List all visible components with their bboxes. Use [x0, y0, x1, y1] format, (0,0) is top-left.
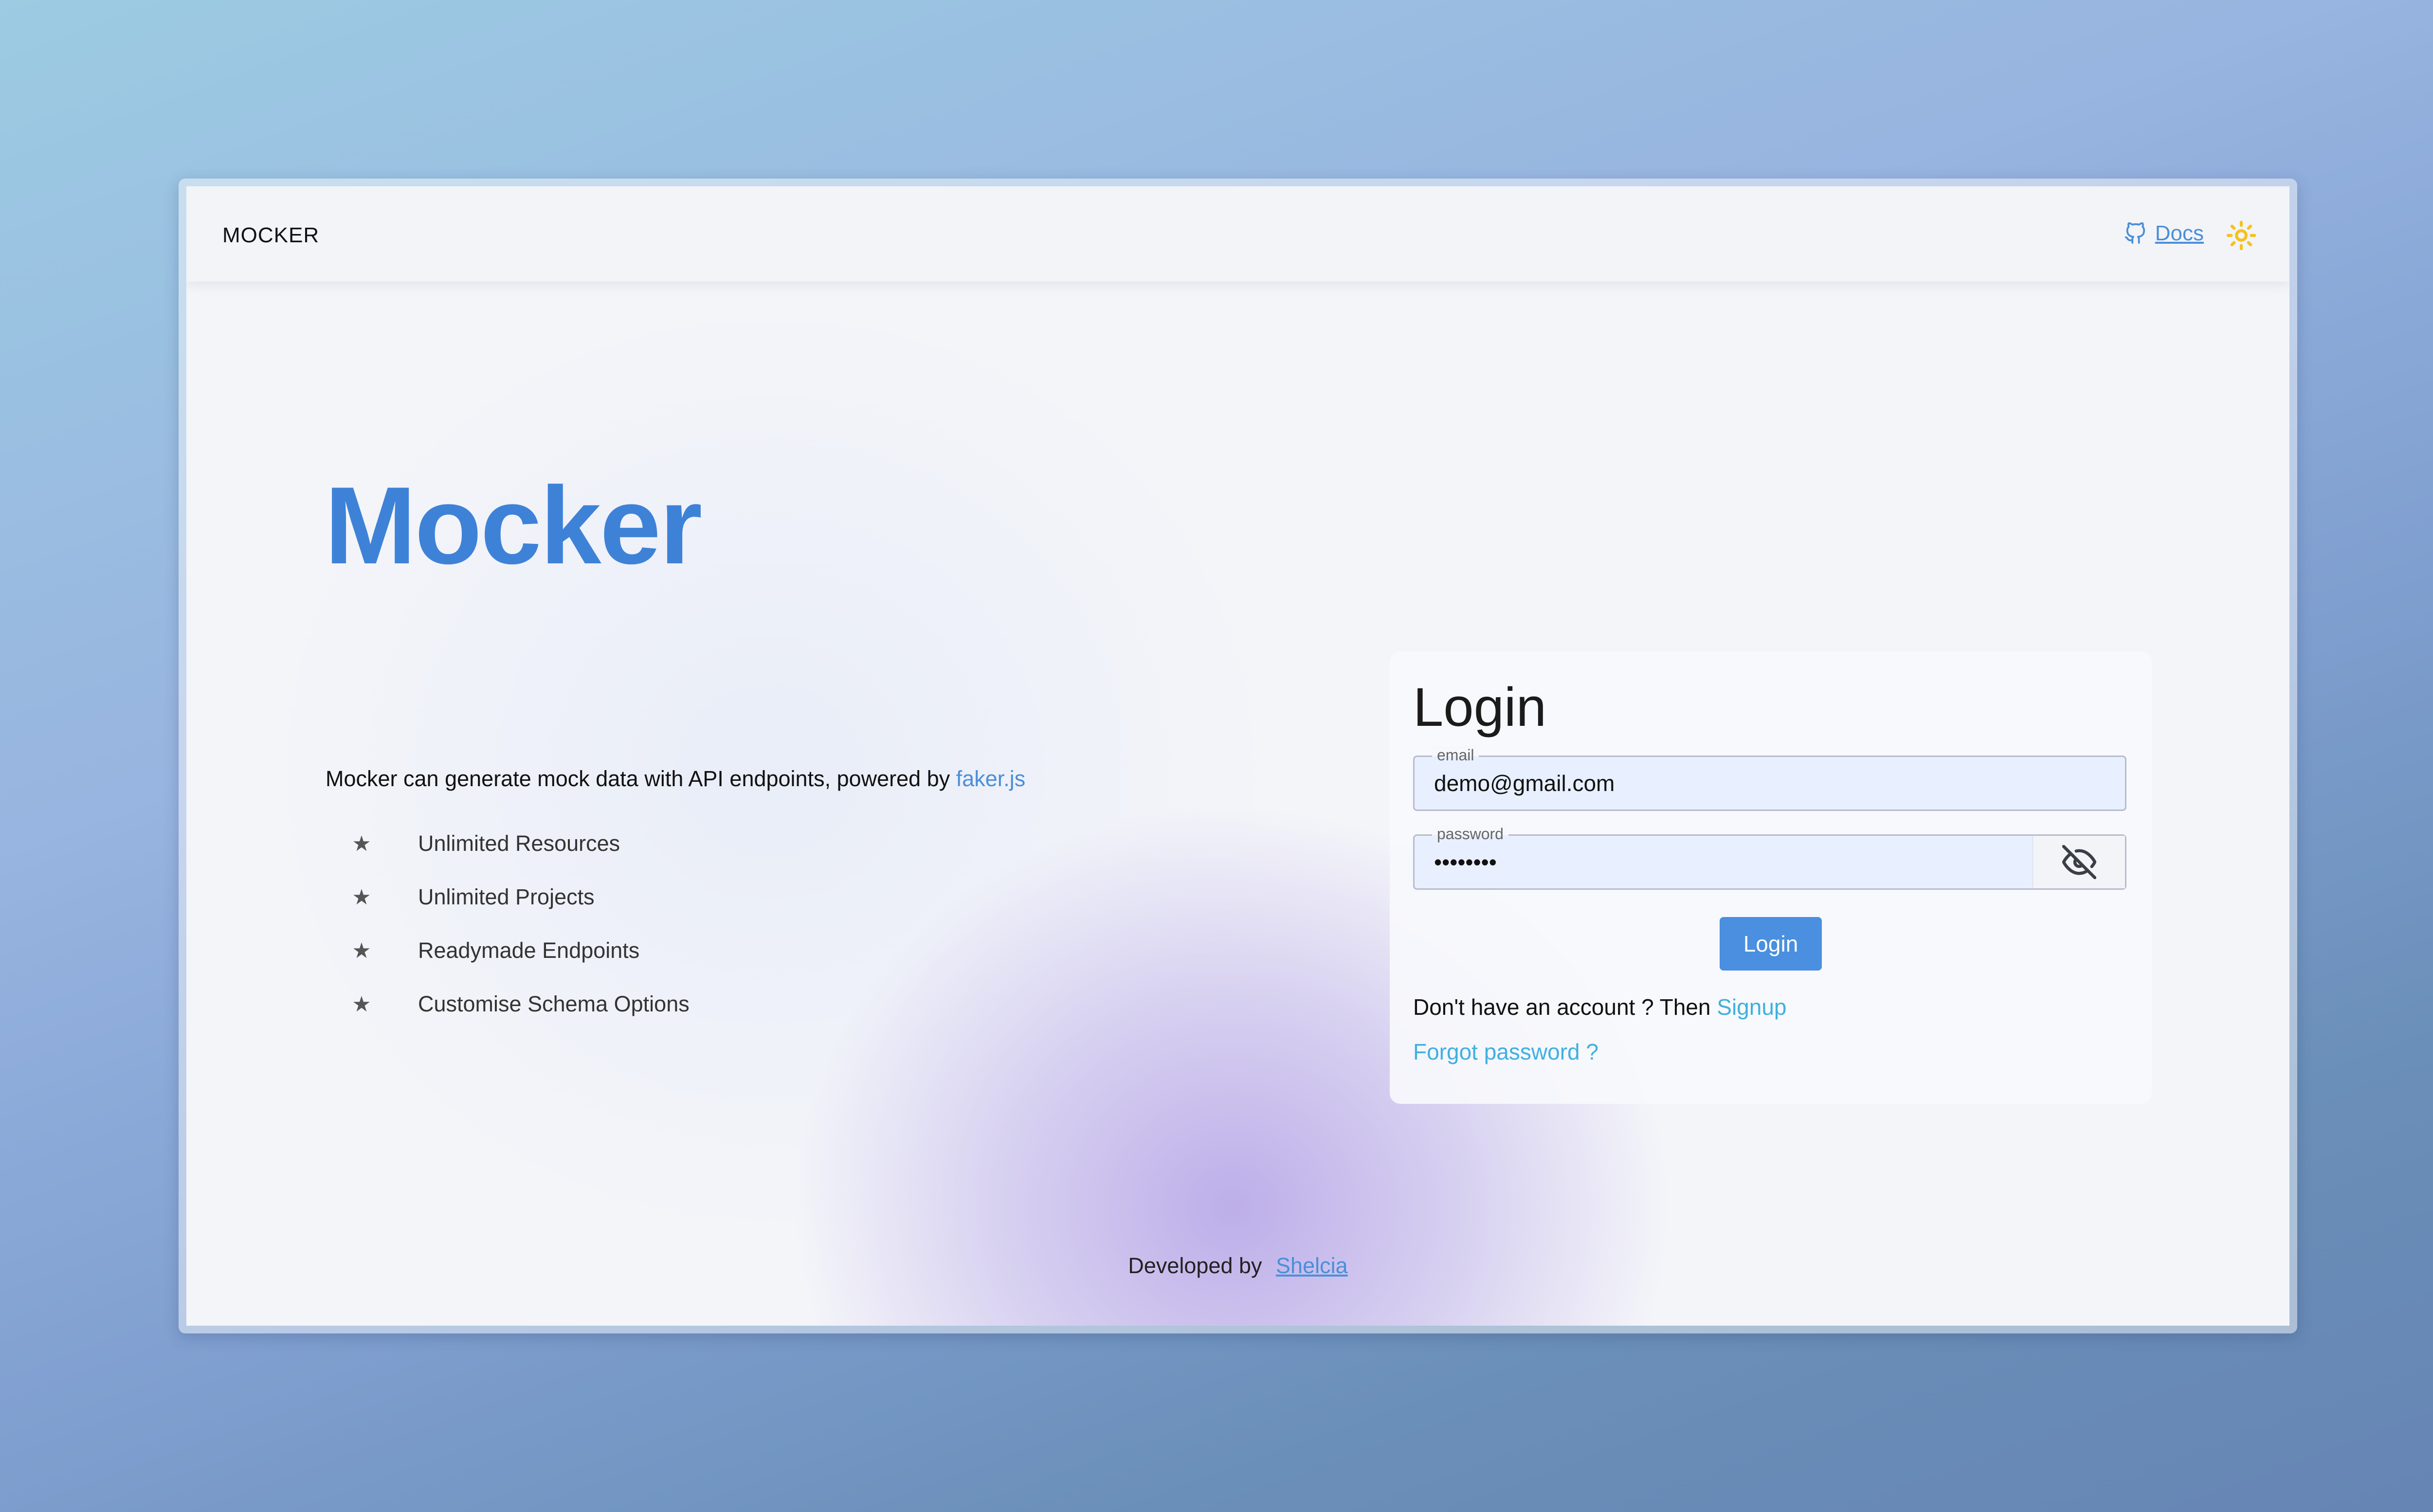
- footer: Developed by Shelcia: [186, 1253, 2289, 1278]
- star-icon: ★: [352, 938, 371, 963]
- docs-link[interactable]: Docs: [2124, 221, 2204, 246]
- fakerjs-link[interactable]: faker.js: [956, 766, 1026, 791]
- feature-label: Customise Schema Options: [418, 991, 690, 1016]
- signup-link[interactable]: Signup: [1717, 994, 1786, 1020]
- github-icon: [2124, 222, 2145, 244]
- star-icon: ★: [352, 831, 371, 856]
- password-field: password: [1413, 825, 2126, 890]
- feature-item: ★ Customise Schema Options: [350, 977, 690, 1031]
- login-title: Login: [1413, 677, 1547, 738]
- feature-item: ★ Unlimited Projects: [350, 870, 690, 924]
- browser-frame: MOCKER Docs Mocker Mocker can generate m…: [179, 179, 2297, 1333]
- feature-item: ★ Readymade Endpoints: [350, 924, 690, 977]
- hero-description-text: Mocker can generate mock data with API e…: [326, 766, 956, 791]
- email-input[interactable]: [1434, 757, 2067, 810]
- top-navbar: MOCKER Docs: [186, 186, 2289, 282]
- signup-prefix: Don't have an account ? Then: [1413, 994, 1717, 1020]
- brand-logo-text[interactable]: MOCKER: [222, 223, 319, 248]
- login-button[interactable]: Login: [1720, 917, 1822, 971]
- feature-item: ★ Unlimited Resources: [350, 817, 690, 870]
- app-window: MOCKER Docs Mocker Mocker can generate m…: [186, 186, 2289, 1326]
- eye-off-icon: [2062, 845, 2096, 879]
- login-card: Login email password Login Don: [1390, 651, 2152, 1104]
- author-link[interactable]: Shelcia: [1276, 1253, 1348, 1278]
- footer-prefix: Developed by: [1128, 1253, 1262, 1278]
- feature-label: Unlimited Resources: [418, 831, 620, 856]
- docs-label: Docs: [2155, 221, 2204, 245]
- forgot-password-link[interactable]: Forgot password ?: [1413, 1039, 1598, 1065]
- sun-icon[interactable]: [2226, 220, 2256, 251]
- password-input[interactable]: [1434, 836, 2067, 888]
- hero-description: Mocker can generate mock data with API e…: [326, 766, 1025, 792]
- feature-label: Readymade Endpoints: [418, 938, 640, 963]
- star-icon: ★: [352, 885, 371, 909]
- email-field: email: [1413, 746, 2126, 811]
- toggle-password-visibility-button[interactable]: [2033, 836, 2125, 888]
- hero-title: Mocker: [325, 464, 702, 587]
- feature-label: Unlimited Projects: [418, 884, 595, 909]
- signup-prompt: Don't have an account ? Then Signup: [1413, 994, 1787, 1020]
- star-icon: ★: [352, 992, 371, 1016]
- feature-list: ★ Unlimited Resources ★ Unlimited Projects…: [350, 817, 690, 1031]
